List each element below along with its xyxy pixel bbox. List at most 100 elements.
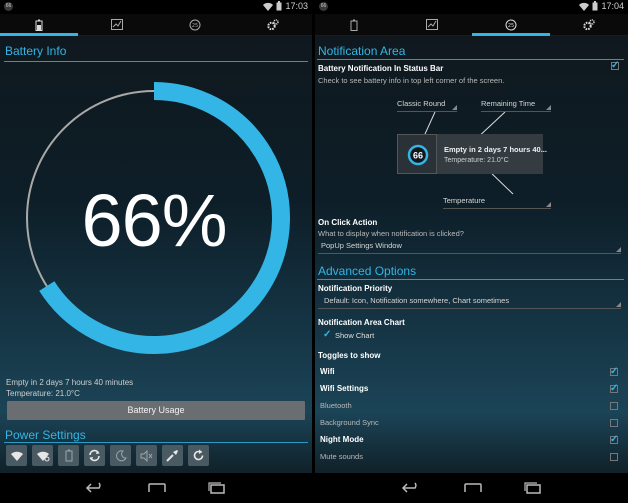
tab-bar: 25: [0, 14, 312, 36]
toggle-label: Mute sounds: [320, 452, 363, 461]
nav-bar: [315, 473, 628, 503]
wifi-settings-toggle[interactable]: [32, 445, 53, 466]
tab-battery[interactable]: [0, 14, 78, 36]
toggle-label: Wifi: [320, 367, 335, 376]
home-icon[interactable]: [147, 482, 167, 494]
battery-saver-icon: [65, 449, 72, 462]
sync-icon: [89, 449, 100, 462]
back-icon[interactable]: [85, 482, 107, 494]
toggle-checkbox[interactable]: [610, 453, 618, 461]
battery-notification-check-icon: ✓: [611, 60, 620, 71]
icon-style-value: Classic Round: [397, 99, 446, 108]
advanced-options-title: Advanced Options: [318, 264, 417, 278]
tab-chart[interactable]: [393, 14, 471, 35]
toggle-checkbox[interactable]: [610, 419, 618, 427]
back-icon[interactable]: [401, 482, 423, 494]
battery-saver-toggle[interactable]: [58, 445, 79, 466]
on-click-desc: What to display when notification is cli…: [318, 229, 464, 238]
battery-usage-button[interactable]: Battery Usage: [7, 401, 305, 420]
tab-settings[interactable]: [234, 14, 312, 35]
flashlight-toggle[interactable]: [162, 445, 183, 466]
icon-style-spinner[interactable]: Classic Round: [397, 99, 457, 112]
battery-info-screen: 66 17:03 25 Battery Info 66% Empty in 2 …: [0, 0, 312, 503]
battery-info-rule: [4, 61, 308, 62]
toggle-check-icon: ✓: [610, 366, 619, 377]
show-chart-label: Show Chart: [335, 331, 375, 340]
on-click-value: PopUp Settings Window: [321, 241, 402, 250]
sync-toggle[interactable]: [84, 445, 105, 466]
svg-text:25: 25: [507, 23, 513, 29]
battery-icon: [350, 19, 358, 31]
temperature-spinner-value: Temperature: [443, 196, 486, 205]
tab-chart[interactable]: [78, 14, 156, 35]
priority-label: Notification Priority: [318, 284, 393, 293]
power-settings-rule: [4, 442, 308, 443]
toggles-label: Toggles to show: [318, 351, 381, 360]
notification-battery-icon: 66: [4, 2, 13, 11]
gear-icon: [267, 18, 279, 30]
status-bar: 66 17:04: [315, 0, 628, 14]
status-time: 17:03: [285, 1, 308, 11]
tab-temperature[interactable]: 25: [156, 14, 234, 35]
notification-area-rule: [317, 59, 624, 60]
remaining-time-spinner[interactable]: Remaining Time: [481, 99, 551, 112]
preview-title: Empty in 2 days 7 hours 40...: [444, 145, 547, 154]
advanced-options-rule: [317, 279, 624, 280]
area-chart-label: Notification Area Chart: [318, 318, 405, 327]
notification-battery-icon: 66: [319, 2, 328, 11]
temperature-spinner[interactable]: Temperature: [443, 196, 551, 209]
on-click-label: On Click Action: [318, 218, 378, 227]
wifi-toggle[interactable]: [6, 445, 27, 466]
power-settings-title: Power Settings: [5, 428, 86, 442]
wifi-settings-icon: [36, 451, 49, 461]
show-chart-check-icon[interactable]: ✓: [323, 330, 331, 340]
battery-status-icon: [592, 1, 598, 11]
night-mode-toggle[interactable]: [110, 445, 131, 466]
temperature-icon: 25: [505, 19, 517, 30]
priority-value: Default: Icon, Notification somewhere, C…: [324, 296, 510, 305]
flashlight-icon: [166, 450, 178, 462]
notification-area-title: Notification Area: [318, 44, 406, 58]
temperature-icon: 25: [189, 19, 201, 30]
preview-level-text: 66: [413, 151, 423, 161]
empty-in-text: Empty in 2 days 7 hours 40 minutes: [6, 378, 134, 387]
battery-notification-desc: Check to see battery info in top left co…: [318, 76, 505, 85]
status-bar: 66 17:03: [0, 0, 312, 14]
on-click-spinner[interactable]: PopUp Settings Window: [318, 241, 621, 254]
mute-icon: [140, 449, 153, 462]
power-toggles: [6, 445, 209, 466]
remaining-time-value: Remaining Time: [481, 99, 536, 108]
refresh-toggle[interactable]: [188, 445, 209, 466]
home-icon[interactable]: [463, 482, 483, 494]
toggle-checkbox[interactable]: [610, 402, 618, 410]
recent-apps-icon[interactable]: [207, 482, 227, 494]
battery-icon: [35, 19, 43, 31]
wifi-icon: [10, 451, 23, 461]
toggle-label: Night Mode: [320, 435, 364, 444]
preview-round-icon: 66: [407, 144, 429, 166]
tab-temperature[interactable]: 25: [471, 14, 551, 36]
mute-toggle[interactable]: [136, 445, 157, 466]
battery-notification-label: Battery Notification In Status Bar: [318, 64, 444, 73]
tab-battery[interactable]: [315, 14, 393, 35]
priority-spinner[interactable]: Default: Icon, Notification somewhere, C…: [318, 296, 621, 309]
tab-settings[interactable]: [550, 14, 628, 35]
refresh-icon: [193, 449, 204, 461]
battery-info-title: Battery Info: [5, 44, 67, 58]
svg-text:25: 25: [192, 23, 198, 29]
gear-icon: [583, 18, 595, 30]
wifi-status-icon: [579, 2, 590, 11]
preview-thumbnail: 66: [397, 134, 437, 174]
chart-icon: [111, 19, 123, 30]
battery-status-icon: [276, 1, 282, 11]
settings-screen: 66 17:04 25 Notification Area Battery No…: [315, 0, 628, 503]
temperature-text: Temperature: 21.0°C: [6, 389, 80, 398]
toggle-check-icon: ✓: [610, 383, 619, 394]
toggle-label: Wifi Settings: [320, 384, 369, 393]
toggle-label: Bluetooth: [320, 401, 352, 410]
recent-apps-icon[interactable]: [523, 482, 543, 494]
wifi-status-icon: [263, 2, 274, 11]
chart-icon: [426, 19, 439, 30]
battery-percent: 66%: [81, 179, 227, 262]
toggle-label: Background Sync: [320, 418, 379, 427]
